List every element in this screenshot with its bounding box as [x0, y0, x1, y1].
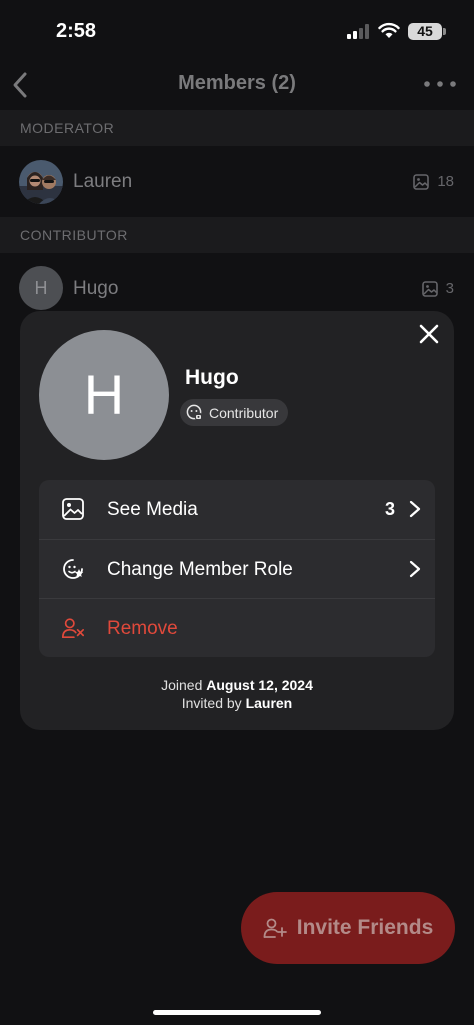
image-icon	[421, 280, 438, 297]
joined-date-text: Joined August 12, 2024	[20, 677, 454, 693]
role-change-icon	[63, 559, 84, 579]
remove-user-icon	[62, 618, 84, 639]
avatar: H	[19, 266, 63, 310]
media-count-value: 18	[437, 173, 454, 190]
close-icon[interactable]	[418, 323, 440, 345]
remove-member-button[interactable]: Remove	[39, 599, 435, 657]
change-member-role-button[interactable]: Change Member Role	[39, 540, 435, 599]
invited-by-text: Invited by Lauren	[20, 695, 454, 711]
section-header-moderator: MODERATOR	[0, 110, 474, 146]
role-label: Contributor	[209, 404, 279, 421]
image-icon	[413, 173, 430, 190]
see-media-button[interactable]: See Media 3	[39, 480, 435, 539]
invite-friends-button[interactable]: Invite Friends	[241, 892, 455, 964]
member-actions-menu: See Media 3 Change Member Role Remove	[39, 480, 435, 657]
remove-label: Remove	[107, 618, 178, 639]
joined-date: August 12, 2024	[206, 677, 313, 693]
member-name: Hugo	[185, 366, 239, 389]
more-options-icon[interactable]	[422, 74, 458, 94]
home-indicator	[153, 1010, 321, 1015]
see-media-count: 3	[384, 499, 395, 519]
media-count-value: 3	[445, 280, 454, 297]
section-header-contributor: CONTRIBUTOR	[0, 217, 474, 253]
status-time: 2:58	[56, 20, 97, 42]
page-title: Members (2)	[178, 72, 296, 94]
status-bar: 2:58 45	[0, 0, 474, 60]
chevron-right-icon	[409, 500, 421, 518]
contributor-role-icon	[186, 404, 203, 421]
nav-bar: Members (2)	[0, 60, 474, 110]
avatar	[19, 160, 63, 204]
profile-photo-icon	[19, 160, 63, 204]
invited-by-name: Lauren	[245, 695, 293, 711]
change-member-role-label: Change Member Role	[107, 559, 293, 580]
avatar: H	[39, 330, 169, 460]
member-row-lauren[interactable]: Lauren 18	[0, 147, 474, 217]
battery-indicator: 45	[408, 23, 442, 40]
member-name: Hugo	[73, 278, 119, 299]
see-media-label: See Media	[107, 499, 198, 520]
member-name: Lauren	[73, 171, 133, 192]
chevron-right-icon	[409, 560, 421, 578]
add-user-icon	[263, 918, 287, 938]
joined-prefix: Joined	[161, 677, 203, 693]
invite-friends-label: Invite Friends	[296, 916, 434, 939]
role-badge: Contributor	[180, 399, 289, 426]
image-icon	[62, 498, 84, 520]
media-count: 3	[421, 280, 454, 297]
battery-tip	[443, 28, 446, 35]
invited-prefix: Invited by	[181, 695, 242, 711]
media-count: 18	[413, 173, 454, 190]
member-detail-sheet: H Hugo Contributor See Media 3 Change Me…	[20, 311, 454, 730]
cellular-signal-icon	[347, 24, 369, 39]
wifi-icon	[378, 22, 400, 38]
